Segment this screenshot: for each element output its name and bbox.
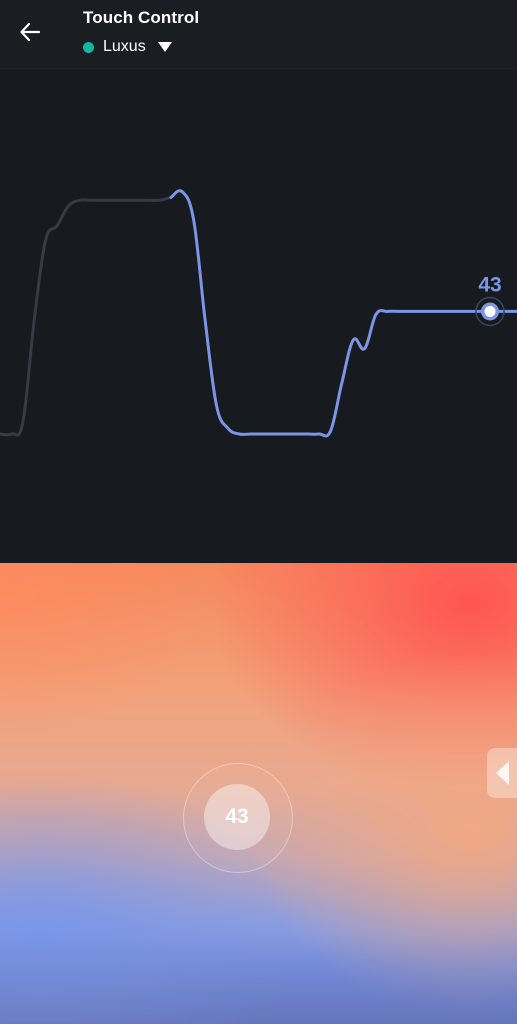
arrow-left-icon bbox=[20, 22, 41, 42]
side-panel-toggle[interactable] bbox=[487, 748, 517, 798]
touch-pad[interactable]: 43 bbox=[0, 563, 517, 1024]
page-title: Touch Control bbox=[83, 8, 200, 27]
touch-control-screen: Touch Control Luxus 43 43 bbox=[0, 0, 517, 1024]
current-value-label: 43 bbox=[478, 273, 501, 296]
intensity-chart: 43 bbox=[0, 69, 517, 563]
app-header: Touch Control Luxus bbox=[0, 0, 517, 69]
caret-down-icon bbox=[157, 42, 172, 52]
back-button[interactable] bbox=[10, 14, 50, 50]
intensity-history-line-faded bbox=[0, 195, 173, 437]
device-selector[interactable]: Luxus bbox=[83, 36, 172, 58]
intensity-history-line bbox=[169, 189, 517, 438]
device-name: Luxus bbox=[103, 38, 146, 55]
intensity-knob[interactable]: 43 bbox=[204, 784, 270, 850]
chevron-left-icon bbox=[496, 761, 509, 785]
current-point-center bbox=[484, 305, 496, 317]
connection-status-dot bbox=[83, 41, 94, 53]
intensity-chart-svg: 43 bbox=[0, 189, 517, 438]
